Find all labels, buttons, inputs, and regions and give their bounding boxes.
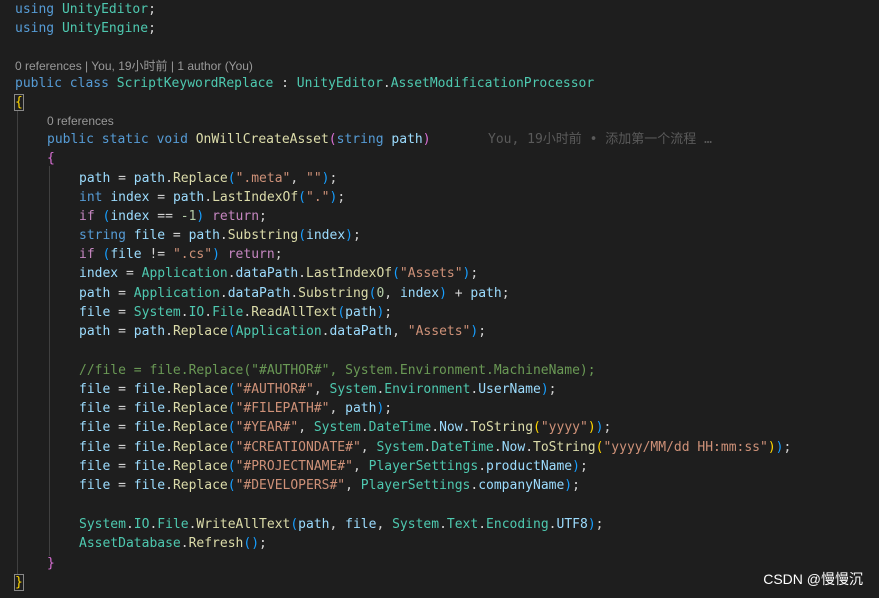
code-line[interactable]: file = file.Replace("#AUTHOR#", System.E…: [79, 380, 557, 399]
code-line-method-open[interactable]: {: [47, 149, 55, 168]
code-line-class-close[interactable]: }: [14, 573, 24, 592]
code-line[interactable]: path = path.Replace(".meta", "");: [79, 169, 337, 188]
code-line[interactable]: int index = path.LastIndexOf(".");: [79, 188, 345, 207]
code-line[interactable]: file = file.Replace("#DEVELOPERS#", Play…: [79, 476, 580, 495]
code-line[interactable]: file = file.Replace("#PROJECTNAME#", Pla…: [79, 457, 588, 476]
code-line-class-declaration[interactable]: public class ScriptKeywordReplace : Unit…: [15, 74, 594, 93]
code-line[interactable]: index = Application.dataPath.LastIndexOf…: [79, 264, 478, 283]
code-line-using-editor[interactable]: using UnityEditor;: [15, 0, 156, 19]
code-line[interactable]: AssetDatabase.Refresh();: [79, 534, 267, 553]
code-line-method-close[interactable]: }: [47, 554, 55, 573]
code-line[interactable]: file = file.Replace("#CREATIONDATE#", Sy…: [79, 438, 791, 457]
code-line[interactable]: file = file.Replace("#YEAR#", System.Dat…: [79, 418, 611, 437]
code-line[interactable]: file = file.Replace("#FILEPATH#", path);: [79, 399, 392, 418]
code-line[interactable]: file = System.IO.File.ReadAllText(path);: [79, 303, 392, 322]
indent-guide: [17, 110, 18, 575]
code-line-class-open[interactable]: {: [14, 93, 24, 112]
git-blame-annotation: You, 19小时前 • 添加第一个流程 …: [488, 132, 712, 147]
code-line-method-declaration[interactable]: public static void OnWillCreateAsset(str…: [47, 130, 431, 149]
code-comment-line[interactable]: //file = file.Replace("#AUTHOR#", System…: [79, 361, 596, 380]
code-line-using-engine[interactable]: using UnityEngine;: [15, 19, 156, 38]
code-editor[interactable]: using UnityEditor; using UnityEngine; 0 …: [0, 0, 879, 598]
code-line[interactable]: path = Application.dataPath.Substring(0,…: [79, 284, 510, 303]
code-line[interactable]: System.IO.File.WriteAllText(path, file, …: [79, 515, 603, 534]
code-line[interactable]: string file = path.Substring(index);: [79, 226, 361, 245]
codelens-method[interactable]: 0 references: [47, 113, 114, 129]
code-line[interactable]: if (file != ".cs") return;: [79, 245, 283, 264]
code-line[interactable]: if (index == -1) return;: [79, 207, 267, 226]
csdn-watermark: CSDN @慢慢沉: [763, 571, 863, 587]
codelens-class[interactable]: 0 references | You, 19小时前 | 1 author (Yo…: [15, 58, 253, 74]
code-line[interactable]: path = path.Replace(Application.dataPath…: [79, 322, 486, 341]
indent-guide: [49, 166, 50, 556]
